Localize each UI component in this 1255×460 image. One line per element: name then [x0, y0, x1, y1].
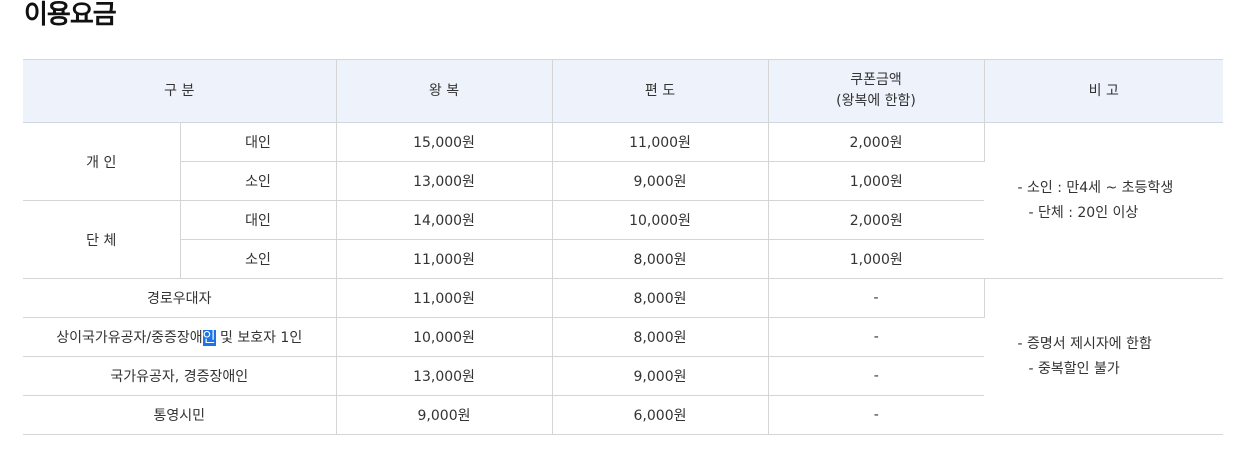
one-way-fee: 8,000원	[552, 239, 769, 279]
row-label: 국가유공자, 경증장애인	[23, 356, 337, 396]
one-way-fee: 9,000원	[552, 161, 769, 201]
header-one-way: 편 도	[552, 59, 769, 123]
round-trip-fee: 15,000원	[336, 122, 553, 162]
round-trip-fee: 11,000원	[336, 278, 553, 318]
row-label: 소인	[180, 161, 337, 201]
header-note: 비 고	[984, 59, 1223, 123]
coupon-amount: 2,000원	[768, 200, 984, 240]
one-way-fee: 11,000원	[552, 122, 769, 162]
round-trip-fee: 14,000원	[336, 200, 553, 240]
header-coupon-subtitle: (왕복에 한함)	[836, 93, 916, 109]
row-label-text: 상이국가유공자/중증장애	[56, 330, 203, 346]
row-label: 소인	[180, 239, 337, 279]
one-way-fee: 8,000원	[552, 317, 769, 357]
coupon-amount: 1,000원	[768, 239, 984, 279]
coupon-amount: 1,000원	[768, 161, 984, 201]
table-header-row: 구 분 왕 복 편 도 쿠폰금액 (왕복에 한함) 비 고	[23, 59, 1223, 123]
one-way-fee: 6,000원	[552, 395, 769, 435]
coupon-amount: -	[768, 356, 984, 396]
row-label: 대인	[180, 200, 337, 240]
row-label: 통영시민	[23, 395, 337, 435]
one-way-fee: 9,000원	[552, 356, 769, 396]
round-trip-fee: 10,000원	[336, 317, 553, 357]
fee-table: 구 분 왕 복 편 도 쿠폰금액 (왕복에 한함) 비 고 개 인 대인 15,…	[23, 59, 1223, 435]
selected-text: 인	[202, 330, 216, 346]
row-label: 대인	[180, 122, 337, 162]
round-trip-fee: 13,000원	[336, 161, 553, 201]
header-coupon-title: 쿠폰금액	[850, 72, 902, 88]
table-row: 경로우대자 11,000원 8,000원 - - 증명서 제시자에 한함 - 중…	[23, 278, 1223, 435]
page-title: 이용요금	[24, 0, 117, 30]
round-trip-fee: 13,000원	[336, 356, 553, 396]
note-cell-bottom: - 증명서 제시자에 한함 - 중복할인 불가	[984, 278, 1223, 435]
coupon-amount: -	[768, 278, 985, 318]
coupon-amount: -	[768, 317, 984, 357]
header-category: 구 분	[23, 59, 337, 123]
coupon-amount: -	[768, 395, 984, 435]
round-trip-fee: 9,000원	[336, 395, 553, 435]
row-label-text: 및 보호자 1인	[215, 330, 303, 346]
header-round-trip: 왕 복	[336, 59, 553, 123]
note-cell-top: - 소인 : 만4세 ~ 초등학생 - 단체 : 20인 이상	[984, 122, 1223, 279]
group-group: 단 체	[23, 200, 181, 279]
coupon-amount: 2,000원	[768, 122, 985, 162]
one-way-fee: 10,000원	[552, 200, 769, 240]
group-individual: 개 인	[23, 122, 181, 201]
note-line: - 증명서 제시자에 한함	[1017, 335, 1152, 352]
header-coupon: 쿠폰금액 (왕복에 한함)	[768, 59, 985, 123]
round-trip-fee: 11,000원	[336, 239, 553, 279]
note-line: - 소인 : 만4세 ~ 초등학생	[1017, 179, 1174, 196]
one-way-fee: 8,000원	[552, 278, 769, 318]
note-line: - 중복할인 불가	[1028, 360, 1120, 377]
table-row: 개 인 대인 15,000원 11,000원 2,000원 - 소인 : 만4세…	[23, 122, 1223, 279]
note-line: - 단체 : 20인 이상	[1028, 204, 1139, 221]
row-label: 상이국가유공자/중증장애인 및 보호자 1인	[23, 317, 337, 357]
row-label: 경로우대자	[23, 278, 337, 318]
